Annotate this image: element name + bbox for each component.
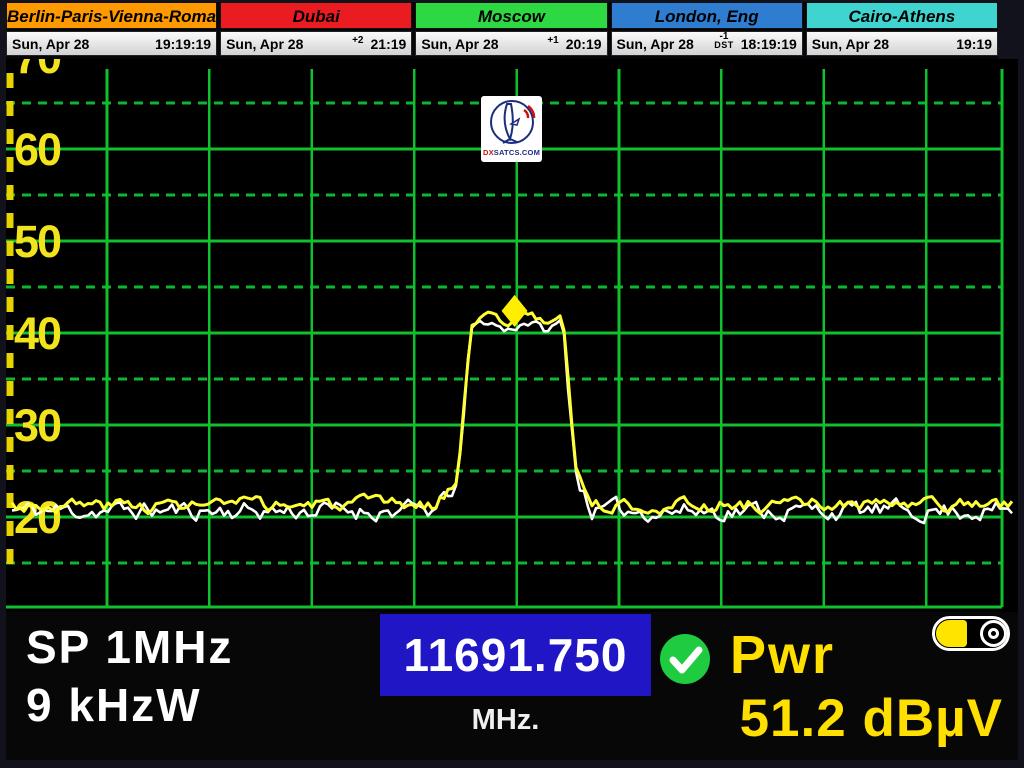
clock-cell-cairo: Cairo-Athens Sun, Apr 28 19:19 [806, 2, 998, 59]
utc-offset: +1 [547, 36, 558, 45]
power-label: Pwr [730, 624, 835, 686]
clock-time: 18:19:19 [741, 36, 797, 52]
svg-text:70: 70 [14, 59, 61, 83]
clock-date: Sun, Apr 28 [226, 36, 303, 52]
svg-text:60: 60 [14, 124, 61, 175]
satellite-dish-icon [484, 98, 540, 148]
clock-time-row: Sun, Apr 28 -1 DST 18:19:19 [611, 31, 803, 56]
signal-lock-check-icon [658, 632, 712, 686]
clock-time-row: Sun, Apr 28 19:19 [806, 31, 998, 56]
power-value: 51.2 dBµV [551, 688, 1003, 749]
peak-marker-diamond-icon [502, 295, 528, 327]
battery-level-icon[interactable] [932, 616, 1010, 651]
readout-panel: SP 1MHz 9 kHzW 11691.750 MHz. Pwr 51.2 d… [6, 612, 1018, 760]
clock-city-label: Berlin-Paris-Vienna-Roma [6, 2, 217, 29]
clock-date: Sun, Apr 28 [812, 36, 889, 52]
frequency-display[interactable]: 11691.750 [380, 614, 651, 696]
clock-cell-berlin: Berlin-Paris-Vienna-Roma Sun, Apr 28 19:… [6, 2, 217, 59]
clock-city-label: London, Eng [611, 2, 803, 29]
clock-time: 19:19 [956, 36, 992, 52]
span-readout: SP 1MHz [26, 620, 233, 674]
battery-fill [936, 620, 967, 647]
logo-caption: DXSATCS.COM [483, 148, 540, 157]
clock-cell-dubai: Dubai Sun, Apr 28 +2 21:19 [220, 2, 412, 59]
clock-date: Sun, Apr 28 [12, 36, 89, 52]
clock-time: 21:19 [371, 36, 407, 52]
world-clock-bar: Berlin-Paris-Vienna-Roma Sun, Apr 28 19:… [6, 2, 998, 59]
clock-time: 19:19:19 [155, 36, 211, 52]
svg-text:30: 30 [14, 400, 61, 451]
clock-city-label: Moscow [415, 2, 607, 29]
clock-city-label: Dubai [220, 2, 412, 29]
clock-time-row: Sun, Apr 28 +1 20:19 [415, 31, 607, 56]
rbw-readout: 9 kHzW [26, 678, 202, 732]
utc-offset-dst: -1 DST [714, 32, 734, 50]
clock-time-row: Sun, Apr 28 +2 21:19 [220, 31, 412, 56]
clock-cell-moscow: Moscow Sun, Apr 28 +1 20:19 [415, 2, 607, 59]
utc-offset: +2 [352, 36, 363, 45]
svg-text:50: 50 [14, 216, 61, 267]
svg-text:40: 40 [14, 308, 61, 359]
clock-time-row: Sun, Apr 28 19:19:19 [6, 31, 217, 56]
svg-text:20: 20 [14, 492, 61, 543]
dxsatcs-logo: DXSATCS.COM [481, 96, 542, 162]
clock-time: 20:19 [566, 36, 602, 52]
clock-cell-london: London, Eng Sun, Apr 28 -1 DST 18:19:19 [611, 2, 803, 59]
clock-date: Sun, Apr 28 [421, 36, 498, 52]
clock-date: Sun, Apr 28 [617, 36, 694, 52]
battery-ring [980, 620, 1007, 647]
clock-city-label: Cairo-Athens [806, 2, 998, 29]
